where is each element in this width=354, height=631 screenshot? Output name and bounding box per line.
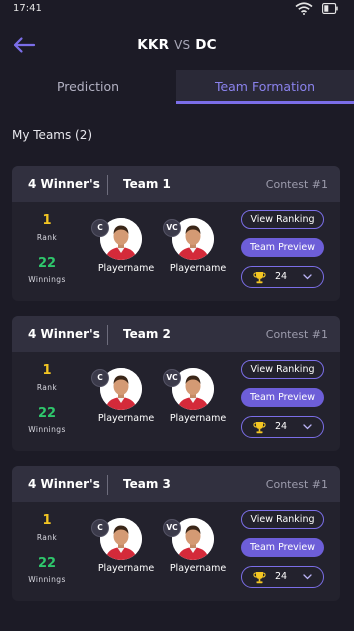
rank-label: Rank <box>36 233 58 242</box>
vice-captain-badge: VC <box>163 369 181 387</box>
player-name: Playername <box>169 413 227 424</box>
player-name: Playername <box>97 413 155 424</box>
player-name: Playername <box>97 263 155 274</box>
tab-bar: Prediction Team Formation <box>0 70 354 104</box>
player-name: Playername <box>97 563 155 574</box>
captain-badge: C <box>91 219 109 237</box>
trophy-count: 24 <box>275 271 288 282</box>
winnings-label: Winnings <box>28 575 66 584</box>
winners-label: 4 Winner's <box>28 177 100 191</box>
vice-captain-player[interactable]: VC Playername <box>158 214 238 278</box>
rank-label: Rank <box>36 533 58 542</box>
chevron-down-icon <box>303 424 312 430</box>
battery-icon <box>322 3 338 14</box>
captain-badge: C <box>91 519 109 537</box>
header-divider <box>107 325 108 345</box>
winnings-label: Winnings <box>28 425 66 434</box>
team-card: 4 Winner's Team 1 Contest #1 1 Rank 22 W… <box>12 166 340 301</box>
tab-prediction[interactable]: Prediction <box>0 70 176 104</box>
card-header: 4 Winner's Team 1 Contest #1 <box>12 166 340 202</box>
vice-captain-badge: VC <box>163 519 181 537</box>
contest-label: Contest #1 <box>265 478 328 491</box>
player-name: Playername <box>169 263 227 274</box>
captain-player[interactable]: C Playername <box>86 514 166 578</box>
team-b-name: DC <box>195 37 217 53</box>
tab-team-formation[interactable]: Team Formation <box>176 70 354 104</box>
team-preview-button[interactable]: Team Preview <box>241 238 324 257</box>
vs-label: VS <box>174 38 191 52</box>
chevron-down-icon <box>303 574 312 580</box>
match-title: KKR VS DC <box>0 37 354 53</box>
captain-badge: C <box>91 369 109 387</box>
trophy-count: 24 <box>275 421 288 432</box>
status-bar: 17:41 <box>0 0 354 18</box>
captain-player[interactable]: C Playername <box>86 364 166 428</box>
winners-label: 4 Winner's <box>28 477 100 491</box>
winners-label: 4 Winner's <box>28 327 100 341</box>
winnings-value: 22 <box>37 556 57 571</box>
trophy-count: 24 <box>275 571 288 582</box>
header: KKR VS DC <box>0 28 354 64</box>
trophy-icon <box>253 422 266 434</box>
trophy-dropdown[interactable]: 24 <box>241 416 324 438</box>
chevron-down-icon <box>303 274 312 280</box>
trophy-icon <box>253 572 266 584</box>
header-divider <box>107 475 108 495</box>
winnings-label: Winnings <box>28 275 66 284</box>
card-header: 4 Winner's Team 2 Contest #1 <box>12 316 340 352</box>
card-header: 4 Winner's Team 3 Contest #1 <box>12 466 340 502</box>
vice-captain-player[interactable]: VC Playername <box>158 514 238 578</box>
team-preview-button[interactable]: Team Preview <box>241 538 324 557</box>
team-card: 4 Winner's Team 2 Contest #1 1 Rank 22 W… <box>12 316 340 451</box>
team-preview-button[interactable]: Team Preview <box>241 388 324 407</box>
team-name: Team 1 <box>123 177 171 191</box>
rank-value: 1 <box>42 513 52 528</box>
view-ranking-button[interactable]: View Ranking <box>241 510 324 529</box>
status-time: 17:41 <box>13 3 42 14</box>
team-a-name: KKR <box>137 37 170 53</box>
view-ranking-button[interactable]: View Ranking <box>241 360 324 379</box>
rank-label: Rank <box>36 383 58 392</box>
header-divider <box>107 175 108 195</box>
vice-captain-badge: VC <box>163 219 181 237</box>
rank-value: 1 <box>42 213 52 228</box>
winnings-value: 22 <box>37 256 57 271</box>
trophy-dropdown[interactable]: 24 <box>241 566 324 588</box>
team-name: Team 2 <box>123 327 171 341</box>
rank-value: 1 <box>42 363 52 378</box>
contest-label: Contest #1 <box>265 328 328 341</box>
my-teams-heading: My Teams (2) <box>12 128 93 142</box>
captain-player[interactable]: C Playername <box>86 214 166 278</box>
trophy-dropdown[interactable]: 24 <box>241 266 324 288</box>
player-name: Playername <box>169 563 227 574</box>
contest-label: Contest #1 <box>265 178 328 191</box>
view-ranking-button[interactable]: View Ranking <box>241 210 324 229</box>
trophy-icon <box>253 272 266 284</box>
wifi-icon <box>295 2 313 15</box>
vice-captain-player[interactable]: VC Playername <box>158 364 238 428</box>
winnings-value: 22 <box>37 406 57 421</box>
team-name: Team 3 <box>123 477 171 491</box>
team-card: 4 Winner's Team 3 Contest #1 1 Rank 22 W… <box>12 466 340 601</box>
